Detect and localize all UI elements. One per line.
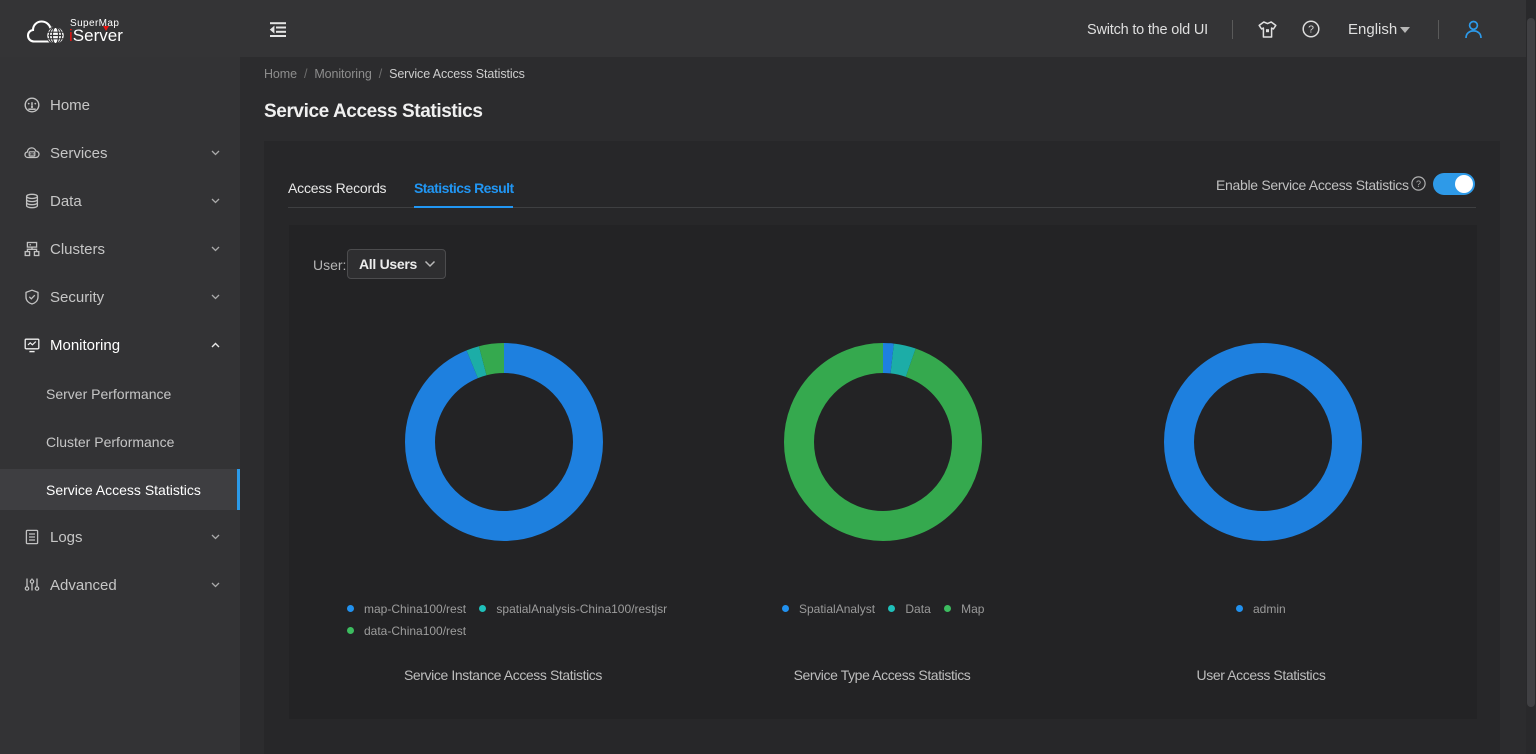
svg-text:?: ? — [1308, 24, 1314, 36]
svg-text:?: ? — [1416, 179, 1421, 189]
